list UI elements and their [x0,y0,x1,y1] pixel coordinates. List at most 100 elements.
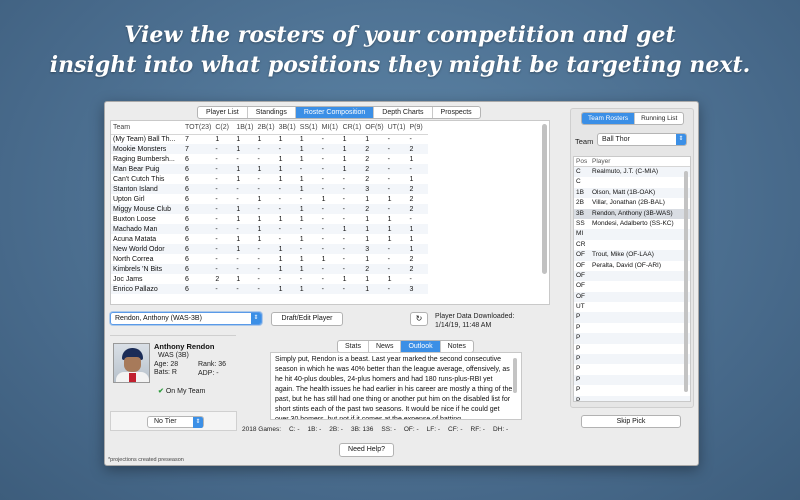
refresh-button[interactable]: ↻ [410,312,428,326]
table-row[interactable]: Mookie Monsters 7-1- -1-1 2-2 [111,144,429,154]
list-item[interactable]: UT [574,302,690,312]
list-item[interactable]: OF [574,281,690,291]
table-row[interactable]: Kimbrels 'N Bits 6- - -1 1- -2-2 [111,264,429,274]
column-header[interactable]: Team [111,121,183,135]
team-select-value: Ball Thor [602,136,630,143]
count-cell: - [255,264,277,274]
tab-running-list[interactable]: Running List [635,113,683,124]
list-item[interactable]: P [574,374,690,386]
outlook-scrollbar[interactable] [513,358,517,393]
table-row[interactable]: Joc Jams 6 2 1 - - - - 1 1 1 - [111,274,428,284]
list-item[interactable]: P [574,395,690,402]
table-row[interactable]: Miggy Mouse Club 6-1- -1- -2-2 [111,204,429,214]
list-item[interactable]: P [574,333,690,344]
tab-news[interactable]: News [369,341,402,352]
count-cell: - [319,224,341,234]
count-cell: 1 [365,195,370,203]
table-row[interactable]: North Correa 6 - - - 1 1 1 - 1 - 2 [111,254,428,264]
player-data-downloaded: Player Data Downloaded: 1/14/19, 11:48 A… [435,312,514,330]
list-item[interactable]: C [574,177,690,187]
list-item[interactable]: P [574,344,690,354]
player-select[interactable]: Rendon, Anthony (WAS-3B) ⇕ [110,312,262,325]
column-header[interactable]: MI(1) [319,121,341,135]
position-cell: P [576,396,581,402]
tab-player-list[interactable]: Player List [198,107,248,118]
tier-select[interactable]: No Tier ⇕ [147,416,204,428]
tab-roster-composition[interactable]: Roster Composition [295,107,375,118]
list-item[interactable]: P [574,385,690,395]
tab-outlook[interactable]: Outlook [401,341,441,352]
table-row[interactable]: Stanton Island 6- - - -1- -3-2 [111,184,429,194]
tab-stats[interactable]: Stats [338,341,369,352]
table-row[interactable]: Enrico Pallazo 6- - -1 1- -1-3 [111,284,429,294]
column-header[interactable]: TOT(23) [183,121,214,135]
count-cell: - [257,255,260,263]
table-row[interactable]: (My Team) Ball Th... 7 1 1 1 1 1 - 1 1 - - [111,134,428,144]
player-cell: Peralta, David (OF-ARI) [592,261,661,269]
list-item[interactable]: P [574,323,690,333]
position-cell: P [576,344,581,352]
list-item[interactable]: 1B Olson, Matt (1B-OAK) [574,187,690,199]
table-row[interactable]: Can't Cutch This 6 - 1 - 1 1 - - 2 - 1 [111,174,428,184]
count-cell: 1 [297,184,320,194]
position-cell: P [576,375,581,383]
table-row[interactable]: Acuna Matata 6 - 1 1 - 1 - - 1 1 1 [111,234,428,244]
count-cell: 1 [321,195,326,203]
count-cell: 1 [236,215,241,223]
list-item[interactable]: CR [574,240,690,250]
list-item[interactable]: SS Mondesi, Adalberto (SS-KC) [574,219,690,229]
list-item[interactable]: OF [574,291,690,303]
count-cell: - [321,155,324,163]
count-cell: 2 [363,204,386,214]
count-cell: 1 [215,135,220,143]
count-cell: 1 [276,244,298,254]
list-item[interactable]: P [574,312,690,323]
column-header[interactable]: CR(1) [340,121,364,135]
tab-standings[interactable]: Standings [248,107,296,118]
count-cell: - [234,284,256,294]
table-row[interactable]: New World Odor 6-1-1- - -3-1 [111,244,429,254]
column-header[interactable]: 3B(1) [276,121,298,135]
table-row[interactable]: Machado Man 6- -1- - -1 1 1 1 [111,224,429,234]
list-item[interactable]: OF Peralta, David (OF-ARI) [574,261,690,271]
tab-depth-charts[interactable]: Depth Charts [374,107,433,118]
list-item[interactable]: P [574,354,690,365]
count-cell: 1 [365,255,370,263]
tab-team-rosters[interactable]: Team Rosters [582,113,636,124]
table-row[interactable]: Raging Bumbersh... 6 - - - 1 1 - 1 2 - 1 [111,154,428,164]
count-cell: 1 [276,284,298,294]
table-row[interactable]: Buxton Loose 6 - 1 1 1 1 - - 1 1 - [111,214,428,224]
count-cell: 2 [409,255,414,263]
table-scrollbar[interactable] [542,124,547,274]
list-item[interactable]: MI [574,229,690,240]
list-item[interactable]: OF [574,270,690,282]
column-header[interactable]: SS(1) [297,121,320,135]
list-item[interactable]: 2B Villar, Jonathan (2B-BAL) [574,198,690,208]
position-cell: C [576,168,581,175]
count-cell: - [213,144,235,154]
team-name-cell: Kimbrels 'N Bits [111,264,183,274]
list-item[interactable]: OF Trout, Mike (OF-LAA) [574,250,690,261]
count-cell: 1 [342,135,347,143]
skip-pick-button[interactable]: Skip Pick [581,415,681,428]
table-row[interactable]: Upton Girl 6 - - 1 - - 1 - 1 1 2 [111,194,428,204]
draft-edit-player-button[interactable]: Draft/Edit Player [271,312,343,326]
list-item[interactable]: C Realmuto, J.T. (C-MIA) [574,167,690,178]
column-header[interactable]: OF(5) [363,121,386,135]
team-select[interactable]: Ball Thor ⇕ [597,133,687,146]
games-position-count: CF: - [448,426,463,433]
position-cell: SS [576,219,585,227]
list-item[interactable]: 3B Rendon, Anthony (3B-WAS) [574,208,690,219]
column-header[interactable]: UT(1) [385,121,408,135]
column-header[interactable]: 1B(1) [234,121,256,135]
position-list-scrollbar[interactable] [684,171,688,392]
table-row[interactable]: Man Bear Puig 6-1 1 1- -1 2- - [111,164,429,174]
tab-prospects[interactable]: Prospects [433,107,480,118]
need-help-button[interactable]: Need Help? [339,443,394,457]
column-header[interactable]: C(2) [213,121,235,135]
tab-notes[interactable]: Notes [441,341,473,352]
column-header[interactable]: 2B(1) [255,121,277,135]
list-item[interactable]: P [574,364,690,374]
chevron-updown-icon: ⇕ [676,134,686,145]
column-header[interactable]: P(9) [407,121,429,135]
